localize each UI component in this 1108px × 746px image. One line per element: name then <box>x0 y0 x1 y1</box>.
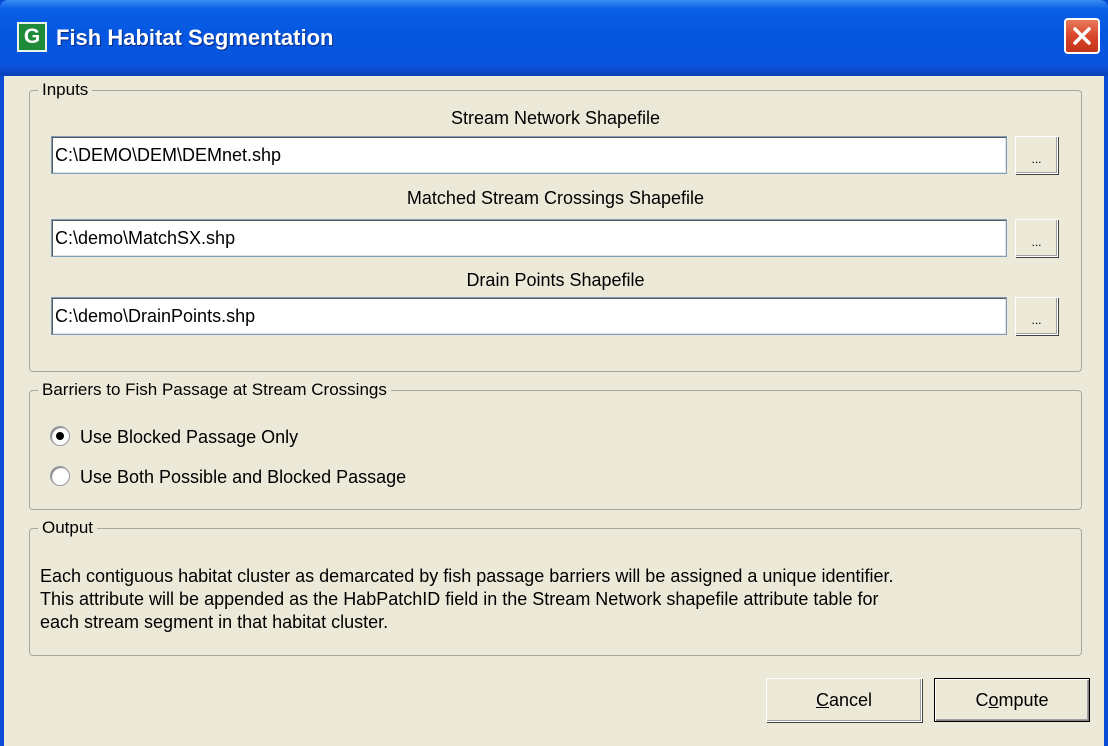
both-passage-label[interactable]: Use Both Possible and Blocked Passage <box>80 465 406 489</box>
matched-crossings-input[interactable]: C:\demo\MatchSX.shp <box>51 219 1007 257</box>
close-icon <box>1073 27 1091 45</box>
output-description: Each contiguous habitat cluster as demar… <box>40 565 1080 634</box>
stream-network-label: Stream Network Shapefile <box>450 108 661 128</box>
compute-button[interactable]: Compute <box>934 678 1090 722</box>
output-group: Output Each contiguous habitat cluster a… <box>29 518 1082 656</box>
radio-selected-dot <box>56 432 64 440</box>
dialog-body: Inputs Stream Network Shapefile C:\DEMO\… <box>4 76 1104 746</box>
output-line-2: This attribute will be appended as the H… <box>40 589 879 609</box>
cancel-label-rest: ancel <box>828 690 873 710</box>
drain-points-label: Drain Points Shapefile <box>466 270 645 290</box>
app-icon: G <box>17 22 47 52</box>
drain-points-browse-button[interactable]: ... <box>1015 297 1058 335</box>
inputs-group: Inputs Stream Network Shapefile C:\DEMO\… <box>29 80 1082 372</box>
compute-mnemonic: o <box>988 690 999 710</box>
cancel-button[interactable]: Cancel <box>766 678 922 722</box>
matched-crossings-browse-button[interactable]: ... <box>1015 219 1058 257</box>
compute-label-rest: mpute <box>998 690 1049 710</box>
blocked-only-radio[interactable] <box>50 426 70 446</box>
blocked-only-label[interactable]: Use Blocked Passage Only <box>80 425 298 449</box>
compute-label-start: C <box>975 690 989 710</box>
stream-network-browse-button[interactable]: ... <box>1015 136 1058 174</box>
dialog-window: G Fish Habitat Segmentation Inputs Strea… <box>0 0 1108 746</box>
both-passage-radio[interactable] <box>50 466 70 486</box>
matched-crossings-label: Matched Stream Crossings Shapefile <box>406 188 705 208</box>
inputs-group-label: Inputs <box>38 80 93 100</box>
barriers-group-label: Barriers to Fish Passage at Stream Cross… <box>38 380 391 400</box>
output-line-1: Each contiguous habitat cluster as demar… <box>40 566 894 586</box>
output-group-label: Output <box>38 518 98 538</box>
close-button[interactable] <box>1064 18 1100 54</box>
window-title: Fish Habitat Segmentation <box>56 25 334 50</box>
drain-points-input[interactable]: C:\demo\DrainPoints.shp <box>51 297 1007 335</box>
cancel-mnemonic: C <box>815 690 829 710</box>
title-bar[interactable]: G Fish Habitat Segmentation <box>0 0 1108 76</box>
barriers-group: Barriers to Fish Passage at Stream Cross… <box>29 380 1082 510</box>
stream-network-input[interactable]: C:\DEMO\DEM\DEMnet.shp <box>51 136 1007 174</box>
output-line-3: each stream segment in that habitat clus… <box>40 612 389 632</box>
